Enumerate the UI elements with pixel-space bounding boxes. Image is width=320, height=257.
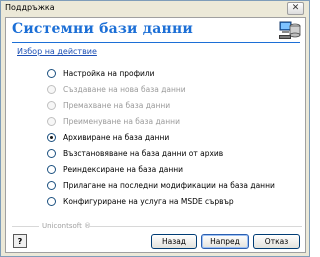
option-label: Архивиране на база данни [63,133,170,142]
dialog-window: Поддръжка ✕ Системни бази данни Избор на… [0,0,310,257]
header-divider [12,42,300,43]
radio-button [47,85,56,95]
radio-button[interactable] [47,180,56,190]
radio-button [47,117,56,127]
option-label: Създаване на нова база данни [63,85,186,95]
radio-button[interactable] [47,69,56,79]
database-computer-icon [279,21,301,39]
help-button[interactable]: ? [13,234,27,248]
option-reindex-database[interactable]: Реиндексиране на база данни [47,161,301,177]
option-rename-database: Преименуване на база данни [47,114,301,130]
radio-button[interactable] [47,148,56,158]
action-options: Настройка на профили Създаване на нова б… [47,66,301,209]
help-icon: ? [17,236,23,246]
option-label: Премахване на база данни [63,101,171,111]
radio-button [47,101,56,111]
option-label: Реиндексиране на база данни [63,164,184,174]
close-button[interactable]: ✕ [287,2,304,15]
section-label: Избор на действие [17,47,97,56]
title-bar[interactable]: Поддръжка ✕ [1,1,309,16]
header-band: Системни бази данни [6,18,305,42]
option-restore-database[interactable]: Възстановяване на база данни от архив [47,145,301,161]
radio-button[interactable] [47,164,56,174]
cancel-button[interactable]: Отказ [253,234,300,249]
radio-button-selected[interactable] [47,133,56,142]
next-button[interactable]: Напред [201,234,249,249]
option-remove-database: Премахване на база данни [47,98,301,114]
radio-button[interactable] [47,196,56,206]
option-setup-profiles[interactable]: Настройка на профили [47,66,301,82]
page-title: Системни бази данни [12,21,193,37]
option-label: Преименуване на база данни [63,117,180,127]
option-archive-database[interactable]: Архивиране на база данни [47,130,301,146]
close-icon: ✕ [291,3,300,13]
option-configure-msde[interactable]: Конфигуриране на услуга на MSDE сървър [47,193,301,209]
brand-label: Unicontsoft ® [42,222,92,230]
option-label: Настройка на профили [63,69,155,79]
option-create-database: Създаване на нова база данни [47,82,301,98]
window-title: Поддръжка [5,3,55,12]
option-apply-modifications[interactable]: Прилагане на последни модификации на баз… [47,177,301,193]
option-label: Конфигуриране на услуга на MSDE сървър [63,196,234,206]
back-button[interactable]: Назад [151,234,197,249]
option-label: Прилагане на последни модификации на баз… [63,180,275,190]
footer-divider [88,226,302,227]
option-label: Възстановяване на база данни от архив [63,148,224,158]
dialog-content: Системни бази данни Избор на действие На… [5,17,306,253]
footer-divider-left [12,226,39,227]
